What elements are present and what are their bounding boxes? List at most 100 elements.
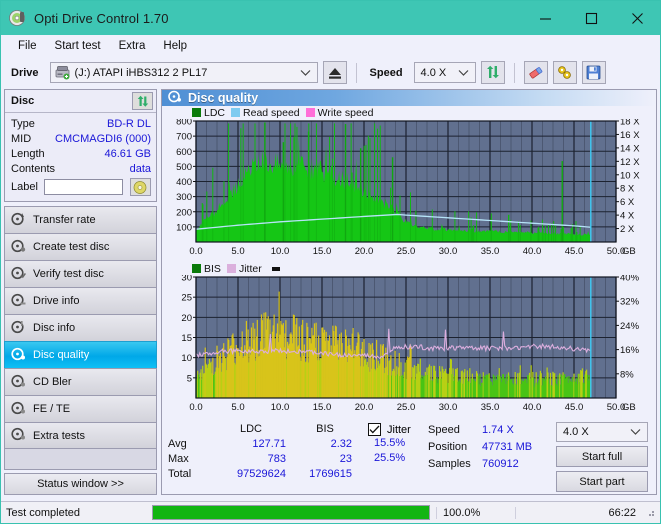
- tools-button[interactable]: [552, 61, 577, 84]
- svg-text:24%: 24%: [620, 321, 640, 332]
- sidebar-item-drive-info[interactable]: Drive info: [4, 287, 157, 314]
- speed-select[interactable]: 4.0 X: [413, 62, 476, 83]
- svg-text:5: 5: [187, 373, 192, 384]
- chevron-down-icon: [630, 426, 641, 438]
- elapsed-time: 66:22: [515, 506, 644, 519]
- menu-bar: File Start test Extra Help: [1, 35, 660, 56]
- legend-swatch-bis: [192, 264, 201, 273]
- sidebar-item-fe-te[interactable]: FE / TE: [4, 395, 157, 422]
- disc-create-icon: [11, 239, 26, 256]
- svg-text:40.0: 40.0: [523, 402, 542, 413]
- menu-item-start-test[interactable]: Start test: [46, 38, 110, 54]
- sidebar-item-verify-test-disc[interactable]: Verify test disc: [4, 260, 157, 287]
- disc-quality-icon: [11, 347, 26, 364]
- svg-text:5.0: 5.0: [231, 246, 244, 257]
- drive-info-icon: [11, 293, 26, 310]
- disc-row-value: data: [129, 162, 151, 175]
- sidebar-item-create-test-disc[interactable]: Create test disc: [4, 233, 157, 260]
- menu-item-file[interactable]: File: [9, 38, 46, 54]
- svg-text:700: 700: [176, 132, 192, 143]
- disc-info-icon: [11, 320, 26, 337]
- fe-te-icon: [11, 401, 26, 418]
- svg-text:30.0: 30.0: [439, 246, 458, 257]
- svg-text:40.0: 40.0: [523, 246, 542, 257]
- svg-text:25.0: 25.0: [397, 402, 416, 413]
- jitter-checkbox[interactable]: [368, 423, 381, 436]
- start-full-button[interactable]: Start full: [556, 446, 648, 467]
- svg-text:12 X: 12 X: [620, 157, 640, 168]
- toolbar: Drive (J:) ATAPI iHBS312 2 PL17 Speed 4.…: [1, 56, 660, 89]
- sidebar-item-label: Extra tests: [33, 429, 85, 442]
- refresh-button[interactable]: [480, 61, 505, 84]
- window-title: Opti Drive Control 1.70: [34, 10, 169, 26]
- disc-label-input[interactable]: [44, 179, 124, 195]
- eject-button[interactable]: [322, 61, 347, 84]
- close-button[interactable]: [614, 1, 660, 35]
- sidebar-item-disc-info[interactable]: Disc info: [4, 314, 157, 341]
- svg-text:40%: 40%: [620, 275, 640, 284]
- svg-text:25.0: 25.0: [397, 246, 416, 257]
- stats-corner: [168, 422, 210, 437]
- drive-select[interactable]: (J:) ATAPI iHBS312 2 PL17: [49, 62, 318, 83]
- legend-item-ldc: LDC: [192, 107, 225, 119]
- svg-text:0.0: 0.0: [189, 402, 202, 413]
- left-panel: Disc Type BD-R DL MID CMCMAGDI6 (000) Le…: [4, 89, 157, 495]
- svg-text:18 X: 18 X: [620, 119, 640, 128]
- stats-total-ldc: 97529624: [237, 468, 286, 480]
- erase-button[interactable]: [523, 61, 548, 84]
- svg-text:400: 400: [176, 177, 192, 188]
- stats-row-label-avg: Avg: [168, 438, 187, 450]
- resize-grip[interactable]: [644, 506, 658, 520]
- svg-text:10: 10: [181, 353, 192, 364]
- svg-text:6 X: 6 X: [620, 197, 635, 208]
- stats-max-ldc: 783: [267, 453, 286, 465]
- disc-row-value: 46.61 GB: [104, 147, 151, 160]
- save-icon: [586, 65, 601, 80]
- disc-row-key: MID: [11, 132, 32, 145]
- minimize-button[interactable]: [522, 1, 568, 35]
- legend-item-bis: BIS: [192, 263, 221, 275]
- app-icon: [9, 9, 27, 27]
- sidebar-item-label: Verify test disc: [33, 268, 104, 280]
- speed-info-label: Speed: [428, 424, 460, 436]
- maximize-button[interactable]: [568, 1, 614, 35]
- jitter-max-value: 25.5%: [374, 452, 406, 464]
- drive-icon: [55, 66, 70, 80]
- svg-text:30: 30: [181, 275, 192, 284]
- sidebar-item-extra-tests[interactable]: Extra tests: [4, 422, 157, 449]
- save-button[interactable]: [581, 61, 606, 84]
- disc-row-type: Type BD-R DL: [11, 116, 151, 131]
- test-speed-select[interactable]: 4.0 X: [556, 422, 648, 442]
- disc-panel-title: Disc: [11, 95, 35, 107]
- legend-swatch-read-speed: [231, 108, 241, 117]
- disc-row-mid: MID CMCMAGDI6 (000): [11, 131, 151, 146]
- legend-label: BIS: [204, 262, 221, 275]
- sidebar-item-label: Disc quality: [33, 349, 90, 361]
- stats-total-bis: 1769615: [309, 468, 352, 480]
- disc-refresh-button[interactable]: [132, 92, 153, 110]
- speed-select-value: 4.0 X: [420, 66, 447, 79]
- disc-test-icon: [11, 212, 26, 229]
- menu-item-extra[interactable]: Extra: [110, 38, 155, 54]
- sidebar-item-disc-quality[interactable]: Disc quality: [4, 341, 157, 368]
- sidebar-item-transfer-rate[interactable]: Transfer rate: [4, 206, 157, 233]
- disc-rows: Type BD-R DL MID CMCMAGDI6 (000) Length …: [5, 113, 156, 201]
- disc-row-value: BD-R DL: [106, 117, 151, 130]
- status-window-button[interactable]: Status window >>: [4, 473, 157, 495]
- svg-text:2 X: 2 X: [620, 224, 635, 235]
- status-bar: Test completed 100.0% 66:22: [1, 501, 660, 523]
- menu-item-help[interactable]: Help: [154, 38, 196, 54]
- start-part-button[interactable]: Start part: [556, 471, 648, 492]
- svg-text:15.0: 15.0: [313, 246, 332, 257]
- refresh-icon: [137, 95, 148, 107]
- sidebar-item-label: Disc info: [33, 322, 76, 334]
- svg-text:20.0: 20.0: [355, 246, 374, 257]
- legend-marker-icon: [271, 266, 280, 271]
- progress-percent: 100.0%: [436, 506, 515, 519]
- disc-label-button[interactable]: [129, 178, 151, 196]
- svg-text:4 X: 4 X: [620, 211, 635, 222]
- legend-label: Write speed: [317, 106, 374, 119]
- sidebar-item-cd-bler[interactable]: CD Bler: [4, 368, 157, 395]
- svg-text:200: 200: [176, 207, 192, 218]
- svg-text:25: 25: [181, 293, 192, 304]
